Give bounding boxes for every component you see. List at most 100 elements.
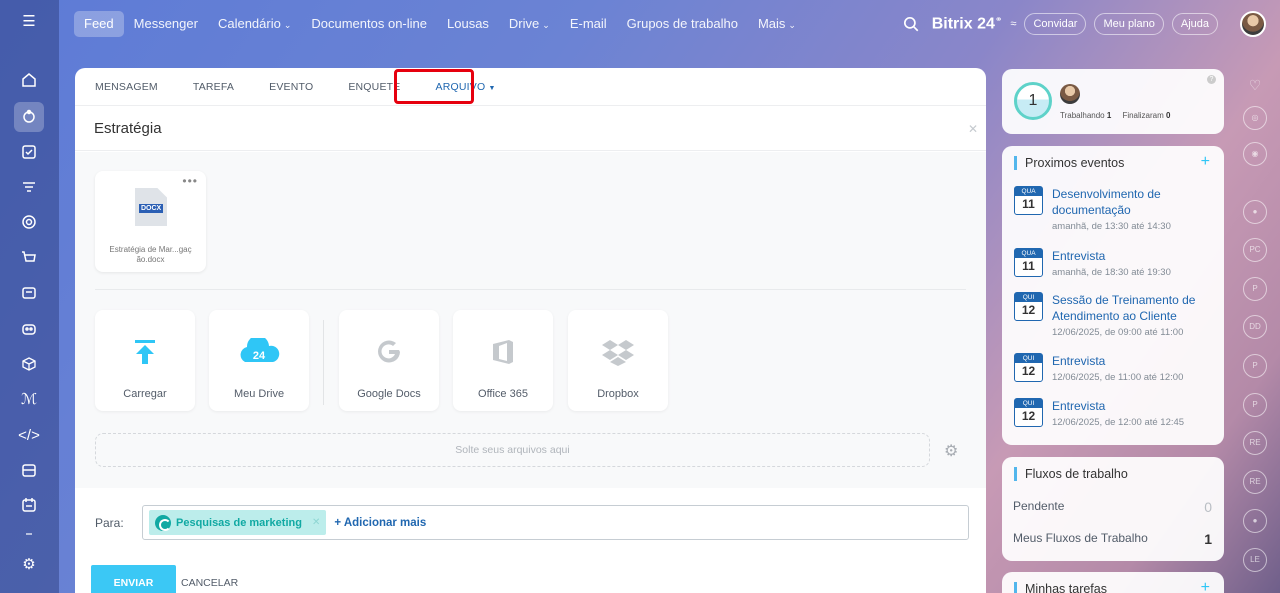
nav-drive[interactable]: Drive ⌄ [499,11,560,37]
my-workflows-row[interactable]: Meus Fluxos de Trabalho 1 [1013,531,1212,547]
source-label: Meu Drive [233,388,285,400]
add-task-icon[interactable]: + [1201,579,1210,593]
robot-icon[interactable] [17,316,41,340]
store-icon[interactable] [17,458,41,482]
contact-icon[interactable]: ● [1243,200,1267,224]
event-weekday: QUA [1015,187,1042,196]
feed-icon[interactable] [14,102,44,132]
my-workflows-label: Meus Fluxos de Trabalho [1013,531,1148,545]
event-time: 12/06/2025, de 12:00 até 12:45 [1052,417,1185,428]
source-divider [323,320,324,405]
dropbox-icon [602,340,634,366]
contact-icon[interactable]: ● [1243,509,1267,533]
tasks-icon[interactable] [17,140,41,164]
target-icon[interactable] [17,210,41,234]
nav-email[interactable]: E-mail [560,11,617,37]
tab-poll[interactable]: ENQUETE [348,81,400,93]
search-icon[interactable] [902,15,920,33]
calendar-icon: QUA 11 [1014,186,1043,215]
gear-icon[interactable]: ⚙ [944,441,958,461]
office-365-button[interactable]: Office 365 [453,310,553,411]
calendar-icon: QUI 12 [1014,398,1043,427]
sliders-icon[interactable]: ≈ [1010,18,1016,30]
contact-center-icon[interactable] [17,281,41,305]
main-nav: Feed Messenger Calendário ⌄ Documentos on… [74,11,806,37]
help-icon[interactable]: ? [1207,75,1216,84]
remove-icon[interactable]: ✕ [312,517,320,528]
invite-button[interactable]: Convidar [1024,13,1087,35]
my-drive-button[interactable]: 24 Meu Drive [209,310,309,411]
nav-calendar[interactable]: Calendário ⌄ [208,11,301,37]
user-avatar[interactable] [1240,11,1266,37]
my-tasks-widget: Minhas tarefas + [1002,572,1224,593]
chevron-down-icon: ⌄ [788,20,796,30]
nav-workgroups[interactable]: Grupos de trabalho [617,11,748,37]
post-title-input[interactable]: Estratégia [94,120,162,137]
nav-boards[interactable]: Lousas [437,11,499,37]
contact-avatar[interactable]: P [1243,354,1267,378]
chat-icon[interactable]: ◉ [1243,142,1267,166]
calendar-icon: QUA 11 [1014,248,1043,277]
add-more-link[interactable]: + Adicionar mais [334,517,426,529]
cancel-button[interactable]: CANCELAR [181,565,238,593]
source-label: Dropbox [597,388,639,400]
nav-feed[interactable]: Feed [74,11,124,37]
svg-text:24: 24 [253,350,266,362]
recipient-tag[interactable]: Pesquisas de marketing ✕ [149,510,327,535]
upload-button[interactable]: Carregar [95,310,195,411]
add-event-icon[interactable]: + [1201,153,1210,171]
activity-icon[interactable]: ◎ [1243,106,1267,130]
working-label: Trabalhando [1060,111,1105,120]
work-counter[interactable]: 1 [1014,82,1052,120]
plan-label: Meu plano [1103,18,1155,30]
event-day: 11 [1022,197,1035,211]
group-icon [155,514,171,531]
tab-task[interactable]: TAREFA [193,81,234,93]
contact-avatar[interactable]: RE [1243,470,1267,494]
cart-icon[interactable] [17,246,41,270]
contact-avatar[interactable]: DD [1243,315,1267,339]
attached-file[interactable]: ••• DOCX Estratégia de Mar...gaç ão.docx [95,171,206,272]
box-icon[interactable] [17,352,41,376]
calendar-grid-icon[interactable] [17,493,41,517]
my-plan-button[interactable]: Meu plano [1094,13,1164,35]
work-time-widget: 1 Trabalhando 1 Finalizaram 0 ? [1002,69,1224,134]
home-icon[interactable] [17,68,41,92]
crm-filter-icon[interactable] [17,176,41,200]
office-icon [493,340,513,364]
brand-name: Bitrix [931,15,973,33]
help-button[interactable]: Ajuda [1171,13,1218,35]
nav-messenger[interactable]: Messenger [124,11,208,37]
send-button[interactable]: ENVIAR [91,565,176,593]
tab-event[interactable]: EVENTO [269,81,313,93]
nav-online-docs[interactable]: Documentos on-line [301,11,437,37]
event-time: amanhã, de 13:30 até 14:30 [1052,221,1171,232]
tab-message[interactable]: MENSAGEM [95,81,158,93]
menu-icon[interactable]: ☰ [17,10,41,34]
nav-more[interactable]: Mais ⌄ [748,11,806,37]
widget-title: Fluxos de trabalho [1014,467,1128,481]
nav-label: Grupos de trabalho [626,16,738,31]
more-icon[interactable]: ••• [182,174,198,188]
contact-avatar[interactable]: LE [1243,548,1267,572]
event-day: 12 [1021,364,1036,378]
contact-avatar[interactable]: P [1243,277,1267,301]
recipients-field[interactable]: Pesquisas de marketing ✕ + Adicionar mai… [142,505,969,540]
contact-avatar[interactable]: RE [1243,431,1267,455]
recipients-row: Para: Pesquisas de marketing ✕ + Adicion… [95,505,969,540]
pending-row[interactable]: Pendente 0 [1013,499,1212,515]
composer-tabs: MENSAGEM TAREFA EVENTO ENQUETE ARQUIVO ▼ [75,68,986,106]
drop-zone[interactable]: Solte seus arquivos aqui [95,433,930,467]
pending-label: Pendente [1013,499,1065,513]
dropbox-button[interactable]: Dropbox [568,310,668,411]
google-docs-button[interactable]: Google Docs [339,310,439,411]
settings-icon[interactable]: ⚙ [17,553,41,577]
event-weekday: QUI [1015,399,1042,408]
code-icon[interactable]: </> [17,424,41,448]
event-title: Entrevista [1052,354,1106,368]
sites-icon[interactable]: ℳ [17,388,41,412]
bell-icon[interactable]: ♡ [1243,74,1267,98]
contact-avatar[interactable]: P [1243,393,1267,417]
close-icon[interactable]: ✕ [968,122,978,136]
contact-avatar[interactable]: PC [1243,238,1267,262]
